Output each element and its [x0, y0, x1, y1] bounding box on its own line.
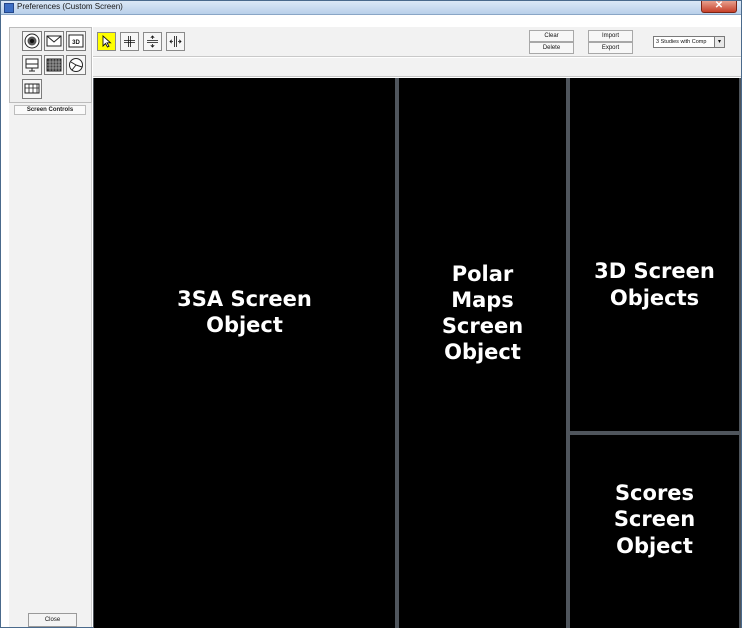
screen-object-polar-maps-label: Polar Maps Screen Object	[441, 261, 524, 365]
pointer-icon[interactable]	[97, 32, 116, 51]
export-button[interactable]: Export	[588, 42, 633, 54]
table-icon[interactable]	[22, 79, 42, 99]
tab-screen-controls[interactable]: Screen Controls	[14, 105, 86, 115]
split-vertical-icon[interactable]	[143, 32, 162, 51]
window-title: Preferences (Custom Screen)	[17, 2, 123, 11]
window-close-button[interactable]: ✕	[701, 0, 737, 13]
layout-select-value: 3 Studies with Comp	[656, 39, 707, 45]
grid-icon[interactable]	[44, 55, 64, 75]
pie-icon[interactable]	[66, 55, 86, 75]
screen-object-scores[interactable]: Scores Screen Object	[570, 435, 739, 628]
screen-object-3d-label: 3D Screen Objects	[594, 259, 715, 310]
close-icon: ✕	[714, 0, 724, 11]
screen-object-polar-maps[interactable]: Polar Maps Screen Object	[399, 78, 566, 628]
layout-select[interactable]: 3 Studies with Comp ▾	[653, 36, 725, 48]
import-button[interactable]: Import	[588, 30, 633, 42]
secondary-toolbar	[93, 58, 741, 77]
svg-text:3D: 3D	[72, 40, 80, 46]
clear-button[interactable]: Clear	[529, 30, 574, 42]
3d-icon[interactable]: 3D	[66, 31, 86, 51]
screen-object-3sa-label: 3SA Screen Object	[177, 286, 312, 337]
split-cross-icon[interactable]	[120, 32, 139, 51]
chevron-down-icon[interactable]: ▾	[714, 37, 724, 47]
layout-canvas: 3SA Screen Object Polar Maps Screen Obje…	[93, 78, 741, 628]
envelope-icon[interactable]	[44, 31, 64, 51]
title-bar[interactable]: Preferences (Custom Screen) ✕	[1, 0, 741, 15]
app-icon	[4, 3, 14, 13]
monitor-icon[interactable]	[22, 55, 42, 75]
screen-object-3d[interactable]: 3D Screen Objects	[570, 78, 739, 431]
close-button[interactable]: Close	[28, 613, 77, 627]
screen-object-palette: 3D	[9, 27, 92, 103]
screen-object-3sa[interactable]: 3SA Screen Object	[94, 78, 395, 628]
delete-button[interactable]: Delete	[529, 42, 574, 54]
target-icon[interactable]	[22, 31, 42, 51]
preferences-window: Preferences (Custom Screen) ✕ 3D Screen …	[0, 0, 742, 628]
screen-object-scores-label: Scores Screen Object	[613, 481, 696, 558]
split-horizontal-icon[interactable]	[166, 32, 185, 51]
left-panel: 3D Screen Controls Close	[9, 27, 92, 627]
toolbar: Clear Delete Import Export 3 Studies wit…	[93, 27, 741, 57]
